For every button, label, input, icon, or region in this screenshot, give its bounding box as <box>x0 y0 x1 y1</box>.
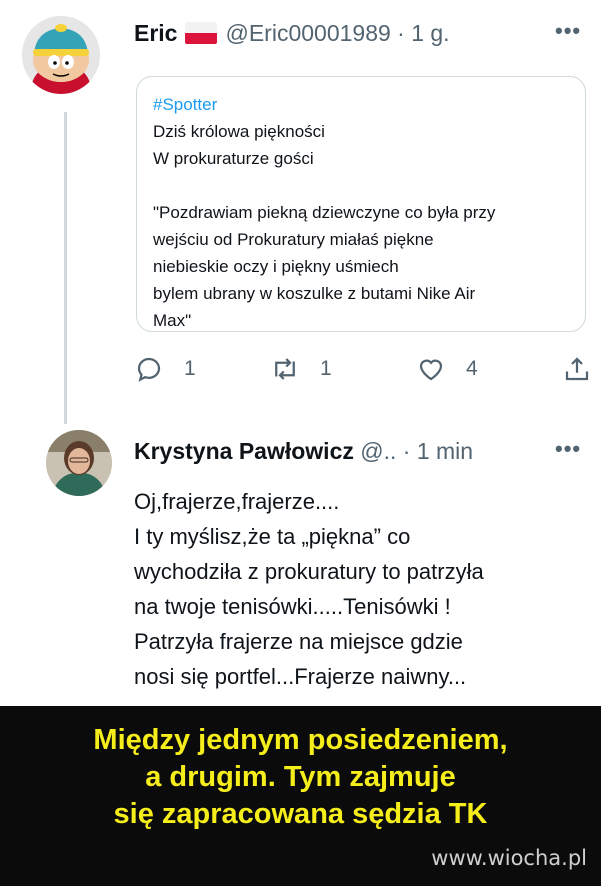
author-name[interactable]: Krystyna Pawłowicz <box>134 438 354 464</box>
thread-line <box>64 112 67 424</box>
tweet2-text: Oj,frajerze,frajerze.... I ty myślisz,że… <box>134 484 594 694</box>
tweet2-header: Krystyna Pawłowicz @.. · 1 min <box>134 438 473 465</box>
portrait-avatar-icon <box>46 430 112 496</box>
tweet-line: I ty myślisz,że ta „piękna” co <box>134 524 411 549</box>
handle-time[interactable]: @Eric00001989 · 1 g. <box>225 20 449 46</box>
poland-flag-icon <box>185 22 218 44</box>
caption-line: a drugim. Tym zajmuje <box>145 761 456 793</box>
tweet-line: wychodziła z prokuratury to patrzyła <box>134 559 484 584</box>
tweet-line: Oj,frajerze,frajerze.... <box>134 489 340 514</box>
hashtag-link[interactable]: #Spotter <box>153 91 569 118</box>
more-options-button[interactable]: ••• <box>555 436 581 462</box>
caption-line: Między jednym posiedzeniem, <box>93 724 508 756</box>
retweet-button[interactable]: 1 <box>270 354 332 384</box>
tweet-line: Patrzyła frajerze na miejsce gdzie <box>134 629 463 654</box>
share-icon <box>565 357 589 381</box>
reply-button[interactable]: 1 <box>134 354 196 384</box>
quote-line: Max" <box>153 311 192 330</box>
more-options-button[interactable]: ••• <box>555 18 581 44</box>
quote-line: bylem ubrany w koszulke z butami Nike Ai… <box>153 284 476 303</box>
caption-line: się zapracowana sędzia TK <box>113 798 488 830</box>
quoted-tweet[interactable]: #Spotter Dziś królowa piękności W prokur… <box>136 76 586 332</box>
share-button[interactable] <box>562 354 601 384</box>
retweet-count: 1 <box>320 357 332 380</box>
reply-icon <box>137 357 161 382</box>
tweet1-header: Eric @Eric00001989 · 1 g. <box>134 20 450 47</box>
like-icon <box>419 359 443 381</box>
like-button[interactable]: 4 <box>416 354 478 384</box>
quote-line: W prokuraturze gości <box>153 149 314 168</box>
reply-count: 1 <box>184 357 196 380</box>
quote-line: "Pozdrawiam piekną dziewczyne co była pr… <box>153 203 496 222</box>
author-name[interactable]: Eric <box>134 20 177 46</box>
retweet-icon <box>275 358 295 380</box>
avatar-krystyna[interactable] <box>46 430 112 496</box>
avatar-eric[interactable] <box>22 16 100 94</box>
quote-line: Dziś królowa piękności <box>153 122 325 141</box>
caption-text: Między jednym posiedzeniem, a drugim. Ty… <box>0 722 601 833</box>
tweet-actions: 1 1 4 <box>134 354 594 388</box>
watermark: www.wiocha.pl <box>431 846 587 870</box>
quote-line <box>153 172 569 199</box>
caption-banner: Między jednym posiedzeniem, a drugim. Ty… <box>0 706 601 886</box>
tweet-line: na twoje tenisówki.....Tenisówki ! <box>134 594 451 619</box>
tweet-line: nosi się portfel...Frajerze naiwny... <box>134 664 467 689</box>
cartman-avatar-icon <box>22 16 100 94</box>
quote-line: wejściu od Prokuratury miałaś piękne <box>153 230 434 249</box>
handle-time[interactable]: @.. · 1 min <box>360 438 473 464</box>
quote-line: niebieskie oczy i piękny uśmiech <box>153 257 399 276</box>
like-count: 4 <box>466 357 478 380</box>
